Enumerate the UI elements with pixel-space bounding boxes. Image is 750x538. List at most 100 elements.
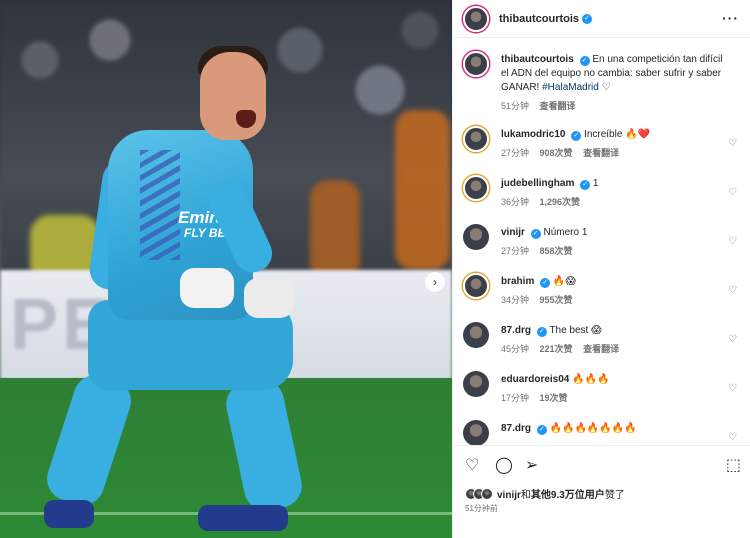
verified-icon: ✓ [582, 13, 593, 24]
heart-icon[interactable]: ♡ [728, 285, 737, 296]
heart-icon[interactable]: ♡ [728, 138, 737, 149]
verified-icon: ✓ [530, 229, 541, 239]
chevron-right-icon[interactable]: › [425, 272, 445, 292]
commenter-avatar[interactable] [463, 371, 489, 397]
comment-meta: 45分钟 221次赞 查看翻译 [501, 342, 731, 356]
player-boot [44, 500, 94, 528]
comment-likes[interactable]: 955次赞 [540, 295, 573, 305]
send-icon[interactable]: ➢ [525, 455, 538, 475]
caption-hashtag[interactable]: #HalaMadrid [542, 82, 599, 93]
comment-likes[interactable]: 1,296次赞 [540, 197, 581, 207]
comment-text: Increíble 🔥❤️ [584, 129, 651, 140]
comment-meta: 34分钟 955次赞 [501, 293, 731, 307]
comment-body: brahim ✓ 🔥😱 34分钟 955次赞 [501, 275, 731, 307]
comment-time: 17分钟 [501, 393, 530, 403]
comment-meta: 36分钟 1,296次赞 [501, 195, 731, 209]
caption-avatar[interactable] [463, 51, 489, 77]
comment-username[interactable]: 87.drg [501, 325, 531, 336]
likes-first-user[interactable]: vinijr [497, 490, 521, 501]
caption-username[interactable]: thibautcourtois [501, 54, 574, 65]
caption-meta: 51分钟 查看翻译 [501, 99, 731, 113]
comment-text: 🔥🔥🔥🔥🔥🔥🔥 [549, 423, 637, 434]
player-leg [41, 369, 137, 511]
caption-emoji: ♡ [601, 82, 611, 93]
player-head [200, 52, 266, 140]
comment-item: 87.drg ✓ The best 😱 45分钟 221次赞 查看翻译 ♡ [463, 322, 743, 368]
commenter-avatar[interactable] [463, 175, 489, 201]
comment-meta: 27分钟 858次赞 [501, 244, 731, 258]
likes-joiner: 和 [520, 490, 531, 501]
comment-likes[interactable]: 221次赞 [540, 344, 573, 354]
commenter-avatar[interactable] [463, 126, 489, 152]
player-leg [222, 375, 306, 515]
commenter-avatar[interactable] [463, 224, 489, 250]
likes-text: vinijr和其他9.3万位用户赞了 [497, 486, 625, 501]
comment-time: 36分钟 [501, 197, 530, 207]
post-photo: PEPSI Emirates FLY BETTER › [0, 0, 452, 538]
comment-body: eduardoreis04 🔥🔥🔥 17分钟 19次赞 [501, 373, 731, 405]
commenter-avatar[interactable] [463, 420, 489, 445]
author-avatar[interactable] [463, 5, 489, 32]
verified-icon: ✓ [579, 56, 590, 66]
heart-icon[interactable]: ♡ [728, 334, 737, 345]
comment-body: 87.drg ✓ 🔥🔥🔥🔥🔥🔥🔥 [501, 422, 731, 436]
bookmark-icon[interactable]: ⬚ [726, 455, 741, 475]
player-glove [180, 268, 234, 308]
comment-item: eduardoreis04 🔥🔥🔥 17分钟 19次赞 ♡ [463, 371, 743, 417]
post-header: thibautcourtois ✓ ··· [453, 0, 750, 38]
heart-icon[interactable]: ♡ [728, 383, 737, 394]
post-panel: thibautcourtois ✓ ··· thibautcourtois ✓ … [452, 0, 750, 538]
caption-body: thibautcourtois ✓ En una competición tan… [501, 53, 731, 113]
translate-link[interactable]: 查看翻译 [583, 148, 619, 158]
more-dots-icon[interactable]: ··· [722, 10, 739, 26]
comment-item: vinijr ✓ Número 1 27分钟 858次赞 ♡ [463, 224, 743, 270]
comment-username[interactable]: brahim [501, 276, 534, 287]
likes-suffix: 赞了 [604, 490, 625, 501]
comment-time: 27分钟 [501, 246, 530, 256]
comment-body: vinijr ✓ Número 1 27分钟 858次赞 [501, 226, 731, 258]
verified-icon: ✓ [580, 180, 591, 190]
comment-likes[interactable]: 908次赞 [540, 148, 573, 158]
comment-time: 34分钟 [501, 295, 530, 305]
heart-icon[interactable]: ♡ [728, 187, 737, 198]
comment-meta: 27分钟 908次赞 查看翻译 [501, 146, 731, 160]
player-glove [244, 278, 294, 318]
comment-text: 🔥😱 [552, 276, 576, 287]
comment-likes[interactable]: 858次赞 [540, 246, 573, 256]
liker-avatar [481, 487, 493, 500]
verified-icon: ✓ [571, 131, 582, 141]
comment-username[interactable]: eduardoreis04 [501, 374, 569, 385]
comment-username[interactable]: 87.drg [501, 423, 531, 434]
comment-body: lukamodric10 ✓ Increíble 🔥❤️ 27分钟 908次赞 … [501, 128, 731, 160]
translate-link[interactable]: 查看翻译 [540, 101, 576, 111]
comment-username[interactable]: judebellingham [501, 178, 574, 189]
comments-list[interactable]: thibautcourtois ✓ En una competición tan… [453, 38, 750, 445]
commenter-avatar[interactable] [463, 322, 489, 348]
player-boot [198, 505, 288, 531]
post-time: 51分钟前 [465, 504, 498, 513]
comment-time: 45分钟 [501, 344, 530, 354]
verified-icon: ✓ [536, 327, 547, 337]
likes-summary[interactable]: vinijr和其他9.3万位用户赞了 [465, 486, 625, 501]
commenter-avatar[interactable] [463, 273, 489, 299]
comment-icon[interactable]: ◯ [495, 455, 513, 475]
translate-link[interactable]: 查看翻译 [583, 344, 619, 354]
comment-username[interactable]: vinijr [501, 227, 525, 238]
comment-username[interactable]: lukamodric10 [501, 129, 565, 140]
comment-body: 87.drg ✓ The best 😱 45分钟 221次赞 查看翻译 [501, 324, 731, 356]
caption-time: 51分钟 [501, 101, 530, 111]
likes-others[interactable]: 其他9.3万位用户 [531, 490, 605, 501]
comment-text: The best 😱 [549, 325, 602, 336]
comment-text: Número 1 [543, 227, 588, 238]
comment-likes[interactable]: 19次赞 [540, 393, 568, 403]
comment-item: lukamodric10 ✓ Increíble 🔥❤️ 27分钟 908次赞 … [463, 126, 743, 172]
comment-item: judebellingham ✓ 1 36分钟 1,296次赞 ♡ [463, 175, 743, 221]
heart-icon[interactable]: ♡ [465, 455, 479, 475]
comment-item: 87.drg ✓ 🔥🔥🔥🔥🔥🔥🔥 ♡ [463, 420, 743, 445]
comment-body: judebellingham ✓ 1 36分钟 1,296次赞 [501, 177, 731, 209]
author-username[interactable]: thibautcourtois [499, 13, 579, 25]
jersey-stripes [140, 150, 180, 260]
verified-icon: ✓ [536, 425, 547, 435]
heart-icon[interactable]: ♡ [728, 432, 737, 443]
heart-icon[interactable]: ♡ [728, 236, 737, 247]
